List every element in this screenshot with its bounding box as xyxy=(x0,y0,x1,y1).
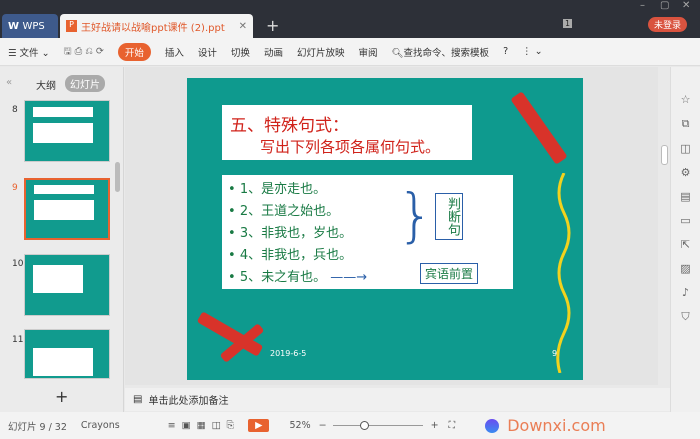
search-command[interactable]: 🔍︎查找命令、搜索模板 xyxy=(391,45,489,59)
fit-icon[interactable]: ⛶ xyxy=(449,420,456,431)
zoom-slider[interactable] xyxy=(332,421,423,430)
play-button[interactable]: ▶ xyxy=(248,419,270,432)
search-label: 查找命令、搜索模板 xyxy=(403,47,490,59)
item: • 2、王道之始也。 xyxy=(228,204,340,219)
ppt-icon: P xyxy=(66,20,77,32)
slide-panel: « 大纲 幻灯片 8 9 10 11 + xyxy=(0,67,124,412)
slide-thumbnail[interactable] xyxy=(24,254,110,316)
menu-file[interactable]: ☰ 文件 ⌄ xyxy=(8,45,50,59)
zoom-slider-thumb[interactable] xyxy=(359,421,369,430)
item: • 1、是亦走也。 xyxy=(228,182,327,197)
share-icon[interactable]: ⇱ xyxy=(681,238,690,251)
label-judgment: 判断句 xyxy=(435,193,463,240)
tab-document[interactable]: P 王好战请以战喻ppt课件 (2).ppt ✕ xyxy=(60,14,253,38)
image-icon[interactable]: ▨ xyxy=(680,262,690,275)
slide-number: 9 xyxy=(12,183,18,193)
settings-icon[interactable]: ⚙ xyxy=(681,166,691,179)
slide-number: 8 xyxy=(12,105,18,115)
slide-thumbnail-selected[interactable] xyxy=(24,178,110,240)
search-icon: 🔍︎ xyxy=(391,47,404,59)
box-icon[interactable]: ▭ xyxy=(680,214,690,227)
audio-icon[interactable]: ♪ xyxy=(682,286,689,299)
view-mode-icons[interactable]: ≡▣▦◫⎘ xyxy=(168,420,241,431)
label-object-preposing: 宾语前置 xyxy=(420,263,479,284)
panel-scrollbar[interactable] xyxy=(115,162,120,192)
minimize-button[interactable]: – xyxy=(640,0,645,11)
copy-icon[interactable]: ⧉ xyxy=(682,117,690,131)
notes-area[interactable]: ▤ 单击此处添加备注 xyxy=(125,388,670,411)
tab-wps[interactable]: W WPS xyxy=(2,14,58,38)
slide-subtitle: 写出下列各项各属何句式。 xyxy=(260,138,441,156)
crayon-icon xyxy=(510,91,568,165)
close-window-button[interactable]: ✕ xyxy=(682,0,690,11)
gallery-icon[interactable]: ▤ xyxy=(680,190,690,203)
zoom-in-button[interactable]: + xyxy=(431,420,439,431)
star-icon[interactable]: ☆ xyxy=(681,93,691,106)
quick-access-icons[interactable]: 🖫 ⎙ ⎌ ⟳ xyxy=(64,44,104,60)
tab-review[interactable]: 审阅 xyxy=(358,45,377,59)
slide-count: 幻灯片 9 / 32 xyxy=(8,421,67,433)
tab-home[interactable]: 开始 xyxy=(117,42,151,61)
notes-icon: ▤ xyxy=(133,394,143,405)
canvas-scrollbar[interactable] xyxy=(661,145,668,165)
item: • 3、非我也，岁也。 xyxy=(228,226,353,241)
collapse-icon[interactable]: « xyxy=(6,77,12,88)
squiggle-decoration xyxy=(556,173,571,373)
slide-title: 五、特殊句式： xyxy=(230,116,349,136)
shield-icon[interactable]: ⛉ xyxy=(681,310,689,324)
file-label: 文件 xyxy=(19,47,39,59)
tab-design[interactable]: 设计 xyxy=(198,45,217,59)
slide-thumbnail[interactable] xyxy=(24,100,110,162)
right-sidebar: ☆ ⧉ ◫ ⚙ ▤ ▭ ⇱ ▨ ♪ ⛉ xyxy=(670,67,700,412)
assistant-icon[interactable] xyxy=(485,418,500,433)
page-badge: 1 xyxy=(563,19,573,28)
slide-number: 11 xyxy=(12,335,24,345)
tab-slideshow[interactable]: 幻灯片放映 xyxy=(297,45,345,59)
title-box: 五、特殊句式： 写出下列各项各属何句式。 xyxy=(222,105,472,160)
slide-thumbnail[interactable] xyxy=(24,329,110,379)
wps-label: WPS xyxy=(22,20,45,32)
tab-animation[interactable]: 动画 xyxy=(264,45,283,59)
login-button[interactable]: 未登录 xyxy=(648,17,688,32)
shape-icon[interactable]: ◫ xyxy=(680,142,690,155)
maximize-button[interactable]: ▢ xyxy=(660,0,669,11)
zoom-level[interactable]: 52% xyxy=(289,420,310,431)
title-bar: W WPS P 王好战请以战喻ppt课件 (2).ppt ✕ + 1 未登录 – ▢… xyxy=(0,0,700,38)
tab-insert[interactable]: 插入 xyxy=(165,45,184,59)
help-button[interactable]: ? xyxy=(503,46,508,57)
brace-icon: } xyxy=(397,181,434,249)
status-bar: 幻灯片 9 / 32 Crayons ≡▣▦◫⎘ ▶ 52% − + ⛶ Dow… xyxy=(0,412,700,439)
notes-placeholder[interactable]: 单击此处添加备注 xyxy=(148,392,228,407)
theme-name: Crayons xyxy=(80,420,120,431)
tab-slides[interactable]: 幻灯片 xyxy=(65,75,105,92)
watermark: Downxi.com xyxy=(507,416,606,435)
new-tab-button[interactable]: + xyxy=(266,16,279,35)
more-icon[interactable]: ⋮ ⌄ xyxy=(522,46,542,57)
slide-date: 2019-6-5 xyxy=(270,349,307,358)
close-tab-icon[interactable]: ✕ xyxy=(239,21,247,32)
items-box: • 1、是亦走也。 • 2、王道之始也。 • 3、非我也，岁也。 • 4、非我也… xyxy=(222,175,513,289)
tab-transition[interactable]: 切换 xyxy=(231,45,250,59)
slide-number: 10 xyxy=(12,259,24,269)
tab-outline[interactable]: 大纲 xyxy=(36,77,56,92)
add-slide-button[interactable]: + xyxy=(55,387,68,406)
ribbon-toolbar: ☰ 文件 ⌄ 🖫 ⎙ ⎌ ⟳ 开始 插入 设计 切换 动画 幻灯片放映 审阅 🔍… xyxy=(0,38,700,66)
doc-tab-title: 王好战请以战喻ppt课件 (2).ppt xyxy=(81,22,225,34)
slide[interactable]: 五、特殊句式： 写出下列各项各属何句式。 • 1、是亦走也。 • 2、王道之始也… xyxy=(187,78,583,380)
zoom-out-button[interactable]: − xyxy=(319,420,327,431)
